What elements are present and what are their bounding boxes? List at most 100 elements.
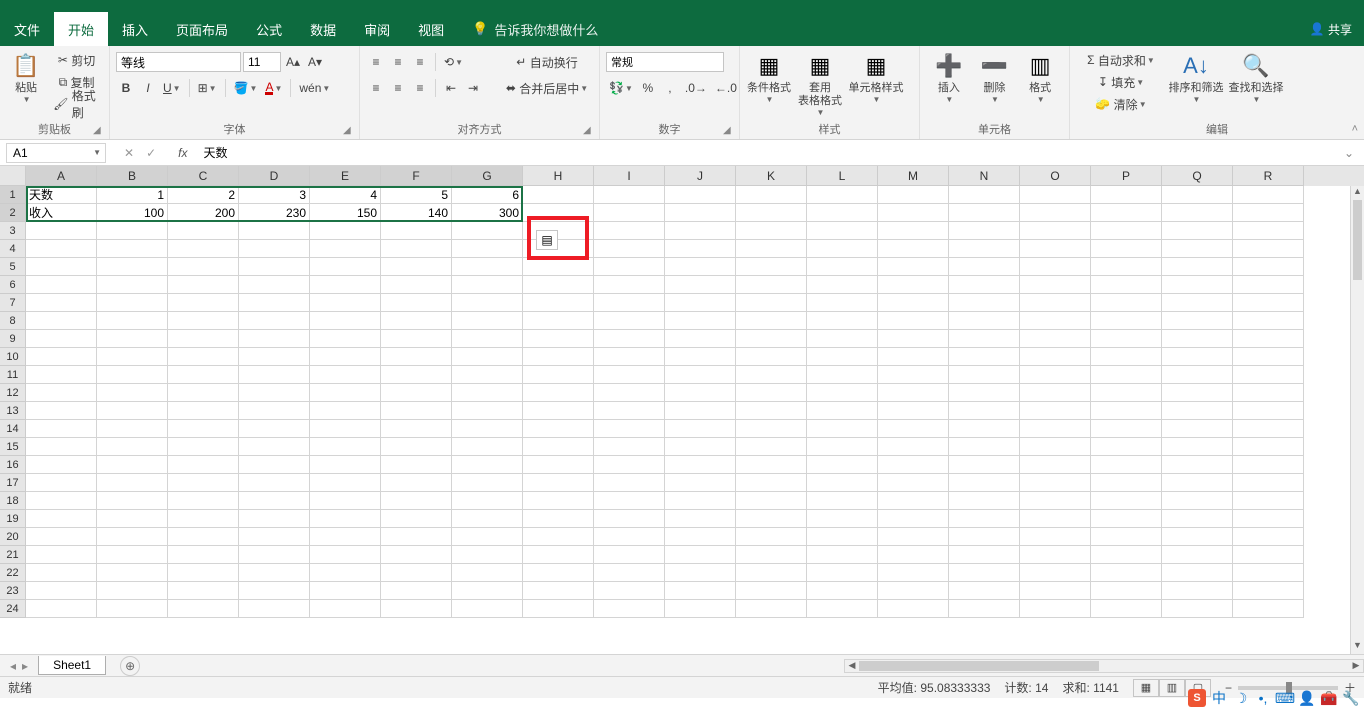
tab-page-layout[interactable]: 页面布局: [162, 12, 242, 46]
cell[interactable]: [665, 528, 736, 546]
cell[interactable]: [26, 258, 97, 276]
row-header[interactable]: 1: [0, 186, 26, 204]
cell[interactable]: [168, 294, 239, 312]
cell[interactable]: [310, 546, 381, 564]
cell[interactable]: [239, 240, 310, 258]
cell[interactable]: [1091, 312, 1162, 330]
cell[interactable]: [452, 510, 523, 528]
cell[interactable]: [594, 402, 665, 420]
cell[interactable]: [665, 474, 736, 492]
increase-decimal-button[interactable]: .0→: [682, 78, 710, 98]
cell[interactable]: [878, 312, 949, 330]
cell[interactable]: [1020, 528, 1091, 546]
cell[interactable]: [1233, 240, 1304, 258]
cell[interactable]: [949, 510, 1020, 528]
cell[interactable]: [807, 438, 878, 456]
column-header[interactable]: N: [949, 166, 1020, 186]
cell[interactable]: [381, 420, 452, 438]
cell[interactable]: [97, 384, 168, 402]
cell[interactable]: [878, 564, 949, 582]
cell[interactable]: [1162, 240, 1233, 258]
row-header[interactable]: 12: [0, 384, 26, 402]
font-size-select[interactable]: [243, 52, 281, 72]
cell[interactable]: [878, 492, 949, 510]
cell[interactable]: 140: [381, 204, 452, 222]
cell[interactable]: [1091, 438, 1162, 456]
cell[interactable]: [1020, 366, 1091, 384]
ime-person-icon[interactable]: 👤: [1298, 689, 1316, 707]
cell[interactable]: [452, 240, 523, 258]
cell-styles-button[interactable]: ▦单元格样式▼: [848, 48, 904, 104]
cell[interactable]: [381, 474, 452, 492]
cell[interactable]: [1091, 546, 1162, 564]
cell[interactable]: [1020, 474, 1091, 492]
cell[interactable]: [26, 222, 97, 240]
cell[interactable]: [381, 402, 452, 420]
cell[interactable]: [949, 456, 1020, 474]
orientation-button[interactable]: ⟲▼: [441, 52, 466, 72]
cell[interactable]: [1091, 348, 1162, 366]
cell[interactable]: [594, 582, 665, 600]
sheet-tab[interactable]: Sheet1: [38, 656, 106, 675]
cell[interactable]: [168, 564, 239, 582]
cell[interactable]: [878, 456, 949, 474]
paste-button[interactable]: 📋 粘贴 ▼: [6, 48, 46, 104]
cell[interactable]: [381, 366, 452, 384]
cell[interactable]: [878, 348, 949, 366]
cell[interactable]: [452, 438, 523, 456]
cell[interactable]: [665, 402, 736, 420]
cell[interactable]: 6: [452, 186, 523, 204]
cell[interactable]: [594, 384, 665, 402]
cell[interactable]: [665, 546, 736, 564]
percent-button[interactable]: %: [638, 78, 658, 98]
cell[interactable]: [168, 384, 239, 402]
cell[interactable]: [807, 402, 878, 420]
decrease-font-button[interactable]: A▾: [305, 52, 325, 72]
cell[interactable]: [523, 546, 594, 564]
cell[interactable]: [1091, 258, 1162, 276]
cell[interactable]: [594, 492, 665, 510]
hscroll-thumb[interactable]: [859, 661, 1099, 671]
cell[interactable]: [807, 312, 878, 330]
cell[interactable]: [878, 384, 949, 402]
cell[interactable]: [381, 312, 452, 330]
cell[interactable]: [452, 330, 523, 348]
row-header[interactable]: 17: [0, 474, 26, 492]
cell[interactable]: [1091, 600, 1162, 618]
cell[interactable]: [1091, 402, 1162, 420]
cell[interactable]: [523, 528, 594, 546]
cell[interactable]: [1020, 582, 1091, 600]
cell[interactable]: [878, 510, 949, 528]
cell[interactable]: [310, 600, 381, 618]
cell[interactable]: [1091, 474, 1162, 492]
align-bottom-button[interactable]: ≡: [410, 52, 430, 72]
cell[interactable]: [665, 330, 736, 348]
cell[interactable]: [1233, 582, 1304, 600]
cell[interactable]: [665, 510, 736, 528]
cell[interactable]: [452, 582, 523, 600]
cell[interactable]: [97, 258, 168, 276]
cell[interactable]: [1162, 348, 1233, 366]
cell[interactable]: [523, 312, 594, 330]
phonetic-button[interactable]: wén▼: [296, 78, 333, 98]
cell[interactable]: [523, 582, 594, 600]
cell[interactable]: [807, 240, 878, 258]
cell[interactable]: [239, 600, 310, 618]
cell[interactable]: [97, 240, 168, 258]
cell[interactable]: [1233, 564, 1304, 582]
cell[interactable]: [665, 600, 736, 618]
cell[interactable]: [26, 240, 97, 258]
cell[interactable]: [381, 348, 452, 366]
cell[interactable]: [310, 456, 381, 474]
decrease-indent-button[interactable]: ⇤: [441, 78, 461, 98]
cell[interactable]: [736, 330, 807, 348]
cell[interactable]: [523, 564, 594, 582]
cell[interactable]: [807, 528, 878, 546]
cell[interactable]: [594, 330, 665, 348]
cell[interactable]: [594, 438, 665, 456]
cell[interactable]: [665, 366, 736, 384]
cell[interactable]: [26, 312, 97, 330]
column-header[interactable]: D: [239, 166, 310, 186]
cell[interactable]: [594, 510, 665, 528]
cell[interactable]: [26, 510, 97, 528]
